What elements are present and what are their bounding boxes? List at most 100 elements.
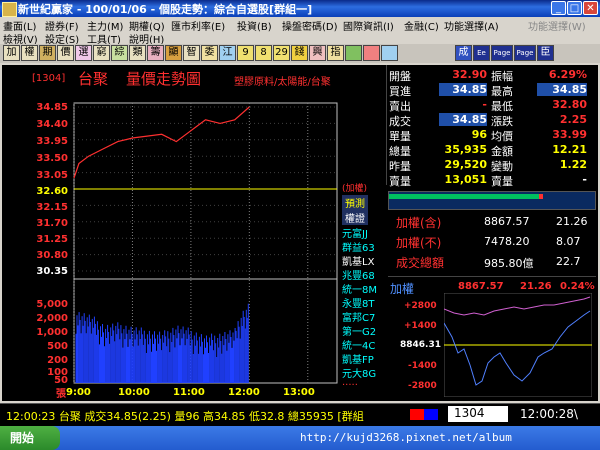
toolbar: 加 權 期 價 選 窮 綜 類 籌 顯 智 委 江 9 8 29 錢 興 指 成…: [0, 44, 600, 63]
quote-label: 變動: [491, 160, 513, 173]
tb-money-button[interactable]: 錢: [291, 45, 308, 61]
tb-poor-button[interactable]: 窮: [93, 45, 110, 61]
warrant-item[interactable]: 群益63: [342, 239, 375, 254]
tb-select-button[interactable]: 選: [75, 45, 92, 61]
mini-pct: 0.24%: [560, 281, 595, 292]
tb-ee-button[interactable]: Ee: [473, 45, 490, 61]
menu-function-w[interactable]: 功能選擇(W): [528, 18, 586, 33]
warrant-item[interactable]: 元富JJ: [342, 225, 368, 240]
index-change: 21.26: [556, 215, 588, 228]
taskbar: 開始 http://kujd3268.pixnet.net/album: [0, 426, 600, 450]
quote-value: -: [582, 173, 587, 186]
price-tick: 33.95: [36, 136, 68, 147]
quote-value: -: [482, 98, 487, 111]
mini-label: 加權: [390, 282, 415, 296]
tb-river-button[interactable]: 江: [219, 45, 236, 61]
tb-chips-button[interactable]: 籌: [147, 45, 164, 61]
maximize-button[interactable]: □: [567, 1, 582, 15]
tb-index2-button[interactable]: 指: [327, 45, 344, 61]
menu-invest[interactable]: 投資(B): [237, 18, 272, 33]
menu-bar: 畫面(L) 證券(F) 主力(M) 期權(Q) 匯市利率(E) 投資(B) 操盤…: [0, 17, 600, 46]
status-time: 12:00:28\: [520, 407, 578, 421]
warrant-more[interactable]: .....: [342, 377, 358, 388]
start-button[interactable]: 開始: [0, 426, 60, 450]
tb-show-button[interactable]: 顯: [165, 45, 182, 61]
tb-29-button[interactable]: 29: [273, 45, 290, 61]
tb-green-button[interactable]: [345, 45, 362, 61]
tb-smart-button[interactable]: 智: [183, 45, 200, 61]
mini-index-chart: 加權 8867.57 21.26 0.24% +2800 +1400 8846.…: [388, 276, 596, 402]
mini-index-line-2: [444, 296, 591, 316]
menu-finance[interactable]: 金融(C): [404, 18, 439, 33]
quote-value: 33.99: [552, 128, 587, 141]
watermark-text: http://kujd3268.pixnet.net/album: [300, 431, 512, 444]
close-button[interactable]: ✕: [583, 1, 598, 15]
tb-order-button[interactable]: 委: [201, 45, 218, 61]
tb-red-button[interactable]: [363, 45, 380, 61]
status-text: 12:00:23 台聚 成交34.85(2.25) 量96 高34.85 低32…: [6, 410, 364, 423]
price-tick: 34.85: [36, 102, 68, 113]
quote-value: 1.22: [559, 158, 587, 171]
index-label: 加權(不): [396, 236, 442, 250]
minimize-button[interactable]: _: [551, 1, 566, 15]
tab-warrant[interactable]: 權證: [342, 210, 368, 225]
warrant-item[interactable]: 富邦C7: [342, 309, 375, 324]
tb-warrant-button[interactable]: 權: [21, 45, 38, 61]
side-index-label: (加權): [342, 184, 368, 194]
quote-label: 開盤: [389, 70, 411, 83]
tb-9-button[interactable]: 9: [237, 45, 254, 61]
price-tick: 33.05: [36, 170, 68, 181]
tb-futures-button[interactable]: 期: [39, 45, 56, 61]
quote-panel: 開盤 32.90 振幅 6.29% 買進 34.85 最高 34.85 賣出 -…: [386, 65, 597, 188]
quote-label: 最低: [491, 100, 513, 113]
quote-value: 2.25: [559, 113, 587, 126]
mini-chart-svg: [444, 293, 592, 397]
menu-intl-info[interactable]: 國際資訊(I): [343, 18, 394, 33]
tb-extra-button[interactable]: 臣: [537, 45, 554, 61]
mini-tick: -1400: [408, 361, 437, 371]
quote-value: 29,520: [444, 158, 487, 171]
warrant-item[interactable]: 凱基FP: [342, 351, 374, 366]
window-title: 新世紀贏家 - 100/01/06 - 個股走勢：綜合自選股[群組一]: [18, 3, 313, 16]
menu-forex[interactable]: 匯市利率(E): [171, 18, 225, 33]
tb-page-up-button[interactable]: Page: [491, 45, 513, 61]
index-label: 加權(含): [396, 216, 442, 230]
tb-index-button[interactable]: 加: [3, 45, 20, 61]
mini-tick: 8846.31: [400, 340, 441, 350]
quote-label: 成交: [389, 115, 411, 128]
tb-rise-button[interactable]: 興: [309, 45, 326, 61]
price-tick: 32.15: [36, 202, 68, 213]
tb-success-button[interactable]: 成: [455, 45, 472, 61]
quote-label: 均價: [491, 130, 513, 143]
menu-function-a[interactable]: 功能選擇(A): [444, 18, 499, 33]
warrant-item[interactable]: 統一4C: [342, 337, 375, 352]
volume-tick: 5,000: [36, 299, 68, 310]
quote-label: 總量: [389, 145, 411, 158]
tb-category-button[interactable]: 類: [129, 45, 146, 61]
quote-label: 賣量: [491, 175, 513, 188]
price-tick: 30.80: [36, 250, 68, 261]
menu-trading-code[interactable]: 操盤密碼(D): [282, 18, 338, 33]
quote-label: 最高: [491, 85, 513, 98]
time-tick: 12:00: [228, 387, 260, 398]
volume-tick: 2,000: [36, 313, 68, 324]
volume-tick: 1,000: [36, 327, 68, 338]
warrant-item[interactable]: 永豐8T: [342, 295, 374, 310]
price-tick: 31.70: [36, 218, 68, 229]
warrant-item[interactable]: 統一8M: [342, 281, 377, 296]
price-tick-reference: 32.60: [36, 186, 68, 197]
stock-code-input[interactable]: 1304: [448, 406, 508, 422]
tb-8-button[interactable]: 8: [255, 45, 272, 61]
status-bar: 12:00:23 台聚 成交34.85(2.25) 量96 高34.85 低32…: [0, 403, 600, 427]
tab-forecast[interactable]: 預測: [342, 195, 368, 210]
index-panel: 加權(含) 8867.57 21.26 加權(不) 7478.20 8.07 成…: [388, 210, 596, 274]
price-tick: 34.40: [36, 119, 68, 130]
warrant-item[interactable]: 第一G2: [342, 323, 376, 338]
warrant-item[interactable]: 凱基LX: [342, 253, 374, 268]
tb-page-down-button[interactable]: Page: [514, 45, 536, 61]
quote-label: 賣出: [389, 100, 411, 113]
tb-price-button[interactable]: 價: [57, 45, 74, 61]
tb-blue-button[interactable]: [381, 45, 398, 61]
warrant-item[interactable]: 兆豐68: [342, 267, 375, 282]
tb-composite-button[interactable]: 綜: [111, 45, 128, 61]
